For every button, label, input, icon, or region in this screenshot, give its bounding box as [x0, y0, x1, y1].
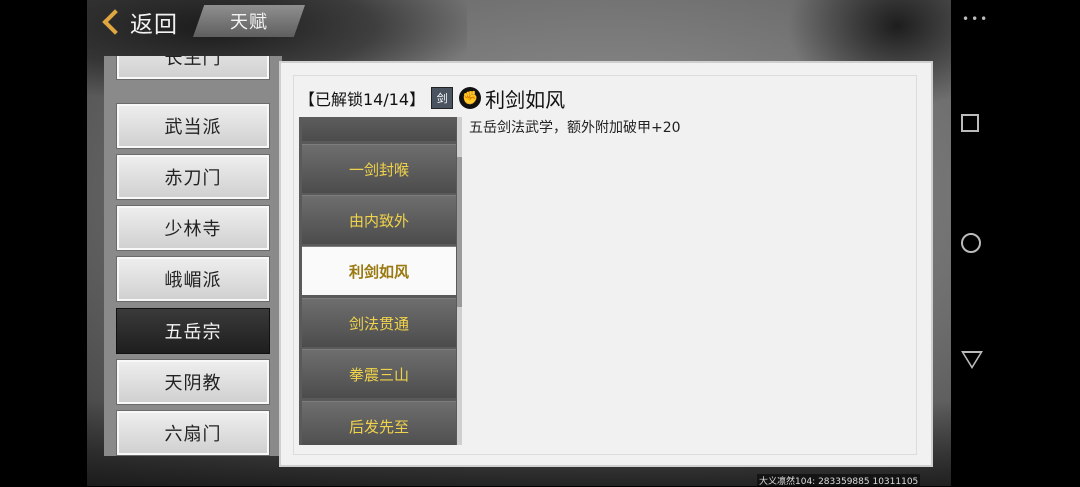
skill-list-scrollbar[interactable]: [457, 117, 462, 445]
back-triangle-icon[interactable]: [961, 351, 983, 369]
back-label: 返回: [130, 12, 178, 38]
skill-header: 【已解锁14/14】 剑 ✊ 利剑如风: [299, 85, 566, 112]
chevron-left-icon: [102, 9, 128, 35]
sect-list[interactable]: 长生门武当派赤刀门少林寺峨嵋派五岳宗天阴教六扇门: [104, 56, 282, 456]
talent-panel: 【已解锁14/14】 剑 ✊ 利剑如风 一剑封喉 由内致外 利剑如风 剑法贯通 拳震三山…: [279, 61, 933, 467]
skill-item[interactable]: 剑法贯通: [302, 298, 456, 347]
scrollbar-thumb[interactable]: [457, 157, 462, 307]
sword-badge-icon: 剑: [431, 87, 454, 109]
skill-item[interactable]: 后发先至: [302, 401, 456, 445]
skill-item[interactable]: [302, 117, 456, 141]
page-title-tab: 天赋: [193, 5, 305, 37]
skill-item[interactable]: 利剑如风: [302, 246, 456, 295]
sect-item[interactable]: 峨嵋派: [116, 256, 270, 302]
sect-item[interactable]: 六扇门: [116, 410, 270, 456]
recents-icon[interactable]: [961, 114, 979, 132]
back-button[interactable]: 返回: [100, 4, 185, 40]
sect-item[interactable]: 长生门: [116, 56, 270, 80]
skill-item[interactable]: 拳震三山: [302, 349, 456, 398]
martial-stance-icon: ✊: [459, 87, 482, 109]
player-id-text: 大义凛然104: 283359885 10311105: [757, 474, 921, 487]
home-icon[interactable]: [961, 233, 981, 253]
skill-list[interactable]: 一剑封喉 由内致外 利剑如风 剑法贯通 拳震三山 后发先至: [299, 117, 457, 445]
skill-description: 五岳剑法武学，额外附加破甲+20: [469, 120, 681, 136]
unlock-status: 【已解锁14/14】: [299, 90, 426, 109]
sect-item[interactable]: 赤刀门: [116, 154, 270, 200]
sect-item[interactable]: 少林寺: [116, 205, 270, 251]
sect-item[interactable]: 武当派: [116, 103, 270, 149]
sect-item[interactable]: 天阴教: [116, 359, 270, 405]
skill-item[interactable]: 一剑封喉: [302, 144, 456, 193]
more-options-icon[interactable]: •••: [962, 12, 989, 26]
selected-skill-title: 利剑如风: [485, 87, 566, 112]
skill-item[interactable]: 由内致外: [302, 195, 456, 244]
sect-item[interactable]: 五岳宗: [116, 308, 270, 354]
